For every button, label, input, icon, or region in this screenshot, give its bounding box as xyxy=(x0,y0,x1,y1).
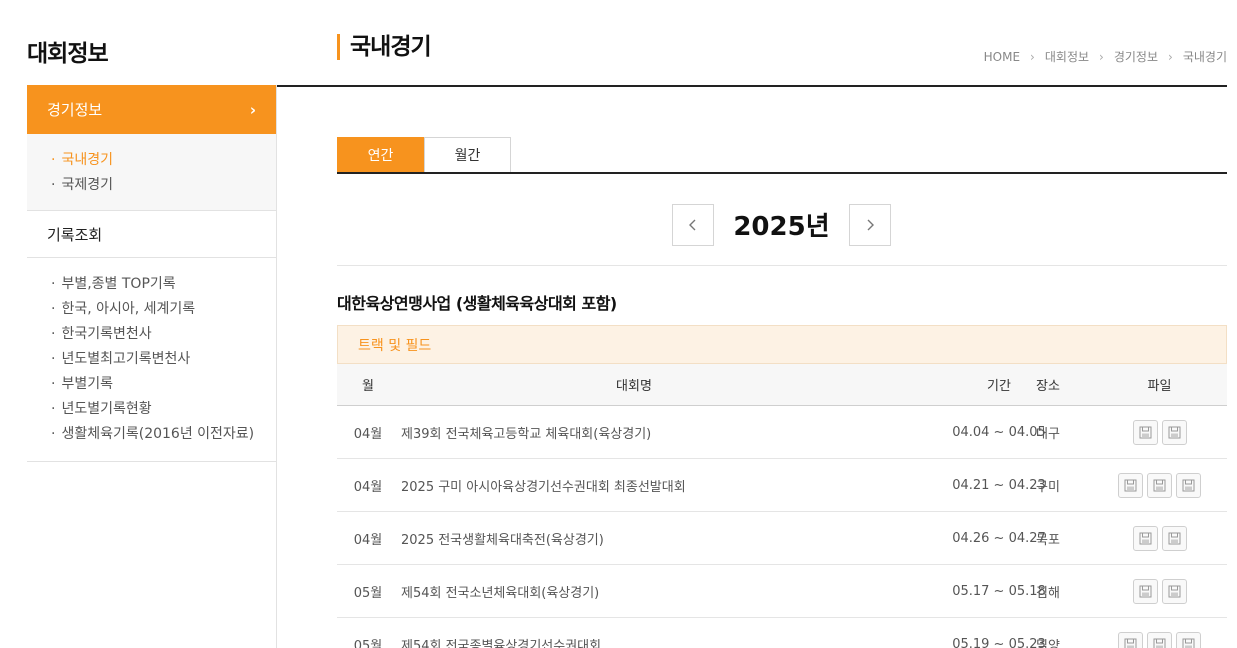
sidebar-subitem-division-records[interactable]: · 부별기록 xyxy=(51,372,276,397)
sidebar-subitem-yearly-status[interactable]: · 년도별기록현황 xyxy=(51,397,276,422)
file-download-icon[interactable] xyxy=(1176,631,1201,648)
sidebar-subitem-domestic[interactable]: · 국내경기 xyxy=(51,148,276,173)
table-row: 04월 2025 구미 아시아육상경기선수권대회 최종선발대회 04.21 ~ 04… xyxy=(337,459,1227,512)
cell-place: 목포 xyxy=(1036,532,1060,548)
cell-month: 04월 xyxy=(353,532,383,548)
chevron-left-icon xyxy=(689,219,696,231)
column-period: 기간 xyxy=(987,379,1011,394)
file-download-icon[interactable] xyxy=(1161,419,1187,445)
column-place: 장소 xyxy=(1036,379,1060,394)
cell-name[interactable]: 제54회 전국소년체육대회(육상경기) xyxy=(399,582,869,601)
year-label: 2025년 xyxy=(733,212,830,242)
file-download-icon[interactable] xyxy=(1118,472,1143,498)
cell-period: 04.26 ~ 04.27 xyxy=(952,530,1046,546)
sidebar-item-records[interactable]: 기록조회 xyxy=(27,211,276,258)
cell-period: 04.04 ~ 04.05 xyxy=(952,424,1046,440)
chevron-right-icon: › xyxy=(1099,49,1104,64)
table-body: 04월 제39회 전국체육고등학교 체육대회(육상경기) 04.04 ~ 04.05… xyxy=(337,406,1227,648)
cell-files xyxy=(1107,631,1212,648)
sidebar-menu: 경기정보 › · 국내경기 · 국제경기 기록조회 · 부별,종별 TOP기록 · 한국… xyxy=(27,85,277,648)
file-download-icon[interactable] xyxy=(1147,472,1172,498)
sidebar-subitem-international[interactable]: · 국제경기 xyxy=(51,173,276,198)
cell-place: 구미 xyxy=(1036,479,1060,495)
breadcrumb-domestic[interactable]: 국내경기 xyxy=(1183,48,1227,65)
sidebar-submenu: · 국내경기 · 국제경기 xyxy=(27,134,276,211)
sidebar-subitem-yearly-best-history[interactable]: · 년도별최고기록변천사 xyxy=(51,347,276,372)
table-row: 05월 제54회 전국소년체육대회(육상경기) 05.17 ~ 05.18 김해 xyxy=(337,565,1227,618)
cell-name[interactable]: 2025 구미 아시아육상경기선수권대회 최종선발대회 xyxy=(399,476,869,495)
breadcrumb: HOME › 대회정보 › 경기정보 › 국내경기 xyxy=(984,48,1227,65)
section-title: 대한육상연맹사업 (생활체육육상대회 포함) xyxy=(337,294,617,313)
table-row: 05월 제54회 전국종별육상경기선수권대회 05.19 ~ 05.23 밀양 xyxy=(337,618,1227,648)
next-year-button[interactable] xyxy=(849,204,891,246)
sidebar-item-label: 경기정보 xyxy=(47,101,103,119)
sidebar-subitem-top-records[interactable]: · 부별,종별 TOP기록 xyxy=(51,272,276,297)
tabs-divider xyxy=(337,172,1227,174)
cell-place: 김해 xyxy=(1036,585,1060,601)
cell-name[interactable]: 제54회 전국종별육상경기선수권대회 xyxy=(399,635,869,648)
column-file: 파일 xyxy=(1147,379,1172,394)
prev-year-button[interactable] xyxy=(672,204,714,246)
view-tabs: 연간 월간 xyxy=(337,137,511,173)
column-name: 대회명 xyxy=(616,379,652,394)
cell-files xyxy=(1107,419,1212,445)
file-download-icon[interactable] xyxy=(1118,631,1143,648)
file-download-icon[interactable] xyxy=(1161,525,1187,551)
tab-yearly[interactable]: 연간 xyxy=(337,137,424,173)
column-month: 월 xyxy=(362,379,374,394)
cell-place: 대구 xyxy=(1036,426,1060,442)
table-header: 월 대회명 기간 장소 파일 xyxy=(337,364,1227,406)
cell-name[interactable]: 2025 전국생활체육대축전(육상경기) xyxy=(399,529,869,548)
sidebar: 대회정보 경기정보 › · 국내경기 · 국제경기 기록조회 · 부별,종별 TOP기… xyxy=(27,0,277,648)
sidebar-subitem-amateur-records[interactable]: · 생활체육기록(2016년 이전자료) xyxy=(51,422,276,447)
page-title: 국내경기 xyxy=(337,34,432,60)
cell-files xyxy=(1107,525,1212,551)
file-download-icon[interactable] xyxy=(1132,525,1158,551)
breadcrumb-home[interactable]: HOME xyxy=(984,50,1020,64)
table-row: 04월 2025 전국생활체육대축전(육상경기) 04.26 ~ 04.27 목포 xyxy=(337,512,1227,565)
sidebar-title: 대회정보 xyxy=(27,41,109,67)
cell-place: 밀양 xyxy=(1036,638,1060,648)
file-download-icon[interactable] xyxy=(1147,631,1172,648)
chevron-right-icon: › xyxy=(1030,49,1035,64)
cell-period: 05.17 ~ 05.18 xyxy=(952,583,1046,599)
cell-month: 05월 xyxy=(353,585,383,601)
year-divider xyxy=(337,265,1227,266)
cell-files xyxy=(1107,472,1212,498)
header-divider xyxy=(277,85,1227,87)
chevron-right-icon: › xyxy=(249,100,256,119)
competition-table: 월 대회명 기간 장소 파일 04월 제39회 전국체육고등학교 체육대회(육상경… xyxy=(337,364,1227,648)
cell-files xyxy=(1107,578,1212,604)
cell-month: 04월 xyxy=(353,426,383,442)
cell-month: 05월 xyxy=(353,638,383,648)
cell-period: 05.19 ~ 05.23 xyxy=(952,636,1046,648)
category-label: 트랙 및 필드 xyxy=(337,325,1227,364)
cell-name[interactable]: 제39회 전국체육고등학교 체육대회(육상경기) xyxy=(399,423,869,442)
tab-monthly[interactable]: 월간 xyxy=(424,137,511,173)
breadcrumb-competition-info[interactable]: 대회정보 xyxy=(1045,48,1089,65)
table-row: 04월 제39회 전국체육고등학교 체육대회(육상경기) 04.04 ~ 04.05… xyxy=(337,406,1227,459)
sidebar-subitem-national-records[interactable]: · 한국, 아시아, 세계기록 xyxy=(51,297,276,322)
chevron-right-icon xyxy=(867,219,874,231)
file-download-icon[interactable] xyxy=(1132,578,1158,604)
file-download-icon[interactable] xyxy=(1176,472,1201,498)
chevron-right-icon: › xyxy=(1168,49,1173,64)
file-download-icon[interactable] xyxy=(1161,578,1187,604)
sidebar-records-list: · 부별,종별 TOP기록 · 한국, 아시아, 세계기록 · 한국기록변천사 · 년도… xyxy=(27,258,276,462)
sidebar-item-competition-info[interactable]: 경기정보 › xyxy=(27,85,276,134)
cell-period: 04.21 ~ 04.23 xyxy=(952,477,1046,493)
cell-month: 04월 xyxy=(353,479,383,495)
file-download-icon[interactable] xyxy=(1132,419,1158,445)
sidebar-subitem-record-history[interactable]: · 한국기록변천사 xyxy=(51,322,276,347)
breadcrumb-match-info[interactable]: 경기정보 xyxy=(1114,48,1158,65)
